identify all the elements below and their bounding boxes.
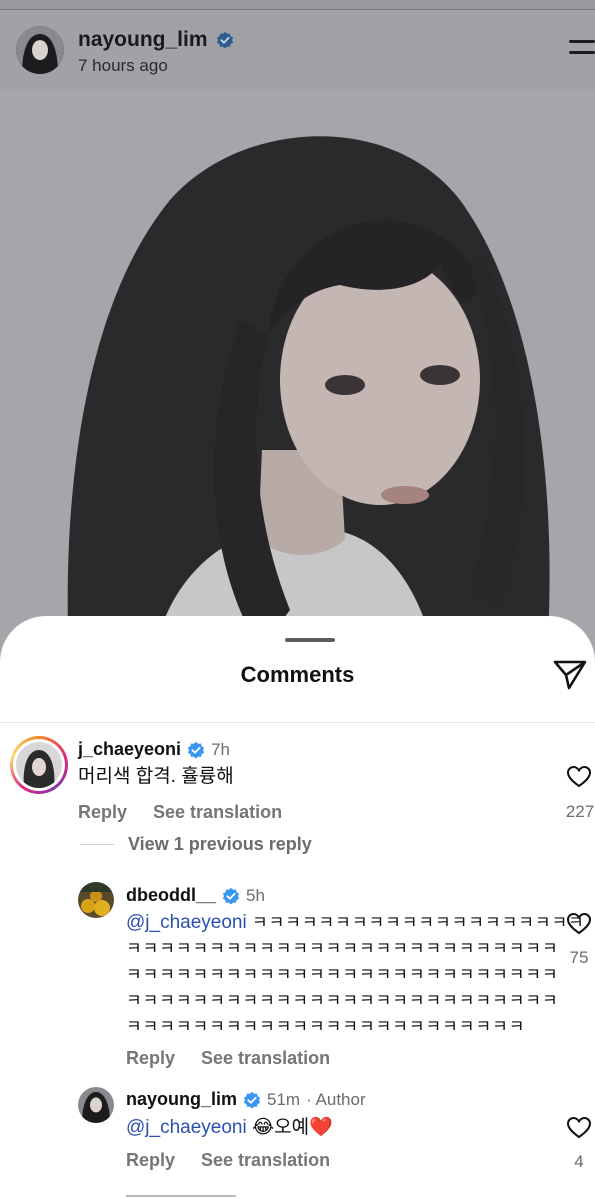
post-time: 7 hours ago: [78, 56, 168, 75]
menu-icon[interactable]: [569, 40, 595, 60]
verified-badge-icon: [243, 1091, 261, 1108]
comments-sheet: Comments j_chaeyeoni 7h 머리색 합격. 휼륭해 Repl…: [0, 616, 595, 1199]
comment-text-body: 😂오예❤️: [251, 1117, 333, 1138]
reply-button[interactable]: Reply: [126, 1150, 175, 1171]
post-photo: [0, 90, 595, 680]
verified-badge-icon: [216, 31, 233, 49]
comment-username[interactable]: nayoung_lim: [126, 1089, 237, 1110]
post-background: nayoung_lim 7 hours ago: [0, 0, 595, 680]
post-username[interactable]: nayoung_lim: [78, 28, 208, 52]
comment-text: @j_chaeyeoni 😂오예❤️: [126, 1115, 333, 1141]
post-avatar[interactable]: [16, 26, 64, 74]
reply-item: nayoung_lim 51m · Author @j_chaeyeoni 😂오…: [0, 616, 595, 1176]
cut-off-text: [126, 1191, 236, 1199]
like-count: 4: [574, 1152, 584, 1171]
mention-link[interactable]: @j_chaeyeoni: [126, 1117, 247, 1138]
see-translation-button[interactable]: See translation: [201, 1150, 330, 1171]
author-tag: · Author: [306, 1089, 366, 1109]
heart-icon[interactable]: [566, 1116, 592, 1140]
comment-avatar[interactable]: [78, 1087, 114, 1123]
post-header: nayoung_lim 7 hours ago: [0, 10, 595, 90]
post-username-row[interactable]: nayoung_lim: [78, 28, 234, 52]
comment-time: 51m: [267, 1089, 301, 1109]
